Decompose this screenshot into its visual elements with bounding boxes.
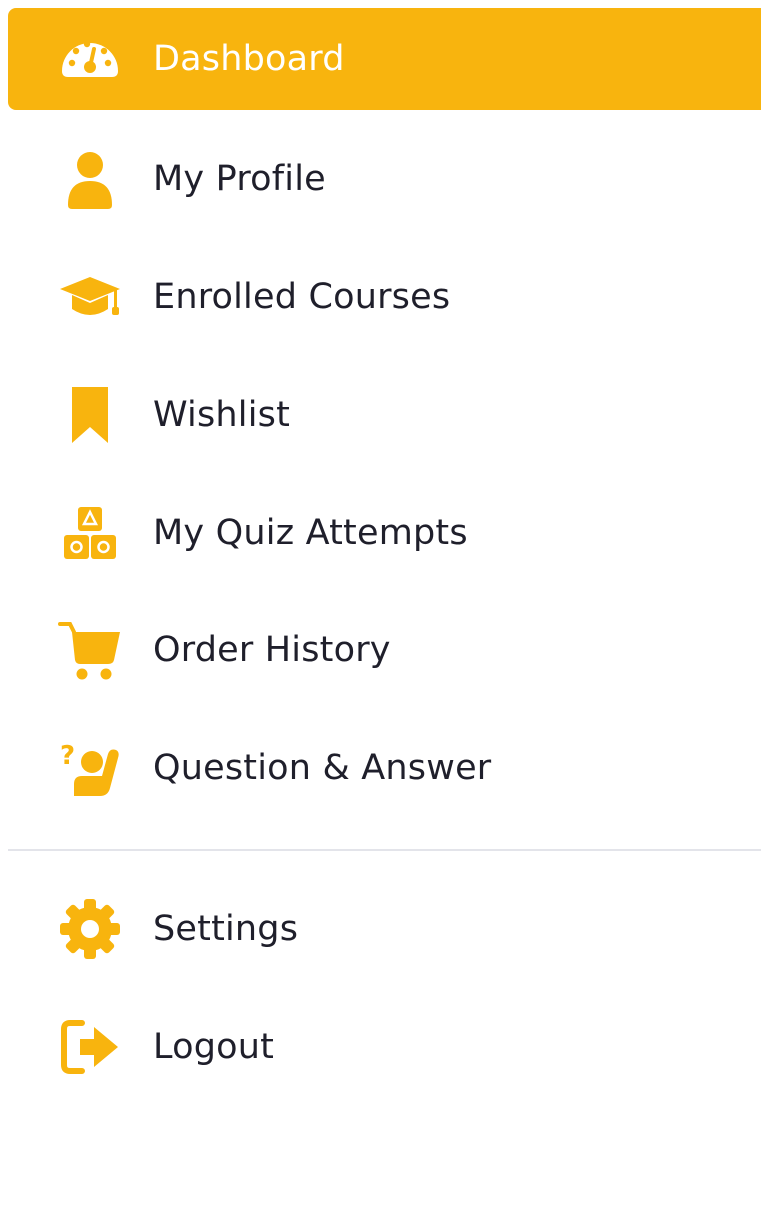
- menu-item-label: Question & Answer: [153, 748, 492, 788]
- svg-text:?: ?: [60, 741, 75, 771]
- menu-item-label: Order History: [153, 630, 391, 670]
- cart-icon: [58, 618, 122, 682]
- menu-item-logout[interactable]: Logout: [8, 996, 761, 1098]
- menu-item-enrolled-courses[interactable]: Enrolled Courses: [8, 246, 761, 348]
- menu-item-wishlist[interactable]: Wishlist: [8, 364, 761, 466]
- menu-item-order-history[interactable]: Order History: [8, 599, 761, 701]
- graduation-cap-icon: [58, 265, 122, 329]
- menu-item-settings[interactable]: Settings: [8, 878, 761, 980]
- logout-icon: [58, 1015, 122, 1079]
- question-answer-icon: ?: [58, 736, 122, 800]
- menu-item-my-profile[interactable]: My Profile: [8, 128, 761, 230]
- menu-item-label: My Profile: [153, 159, 326, 199]
- menu-item-label: Enrolled Courses: [153, 277, 451, 317]
- menu-divider: [8, 849, 761, 851]
- gear-icon: [58, 897, 122, 961]
- menu-item-question-answer[interactable]: ? Question & Answer: [8, 717, 761, 819]
- menu-item-label: Dashboard: [153, 39, 345, 79]
- menu-item-label: Wishlist: [153, 395, 290, 435]
- dashboard-gauge-icon: [58, 27, 122, 91]
- menu-item-label: My Quiz Attempts: [153, 513, 468, 553]
- menu-item-label: Settings: [153, 909, 299, 949]
- blocks-icon: [58, 501, 122, 565]
- user-icon: [58, 147, 122, 211]
- menu-item-label: Logout: [153, 1027, 275, 1067]
- bookmark-icon: [58, 383, 122, 447]
- menu-item-my-quiz-attempts[interactable]: My Quiz Attempts: [8, 482, 761, 584]
- menu-item-dashboard[interactable]: Dashboard: [8, 8, 761, 110]
